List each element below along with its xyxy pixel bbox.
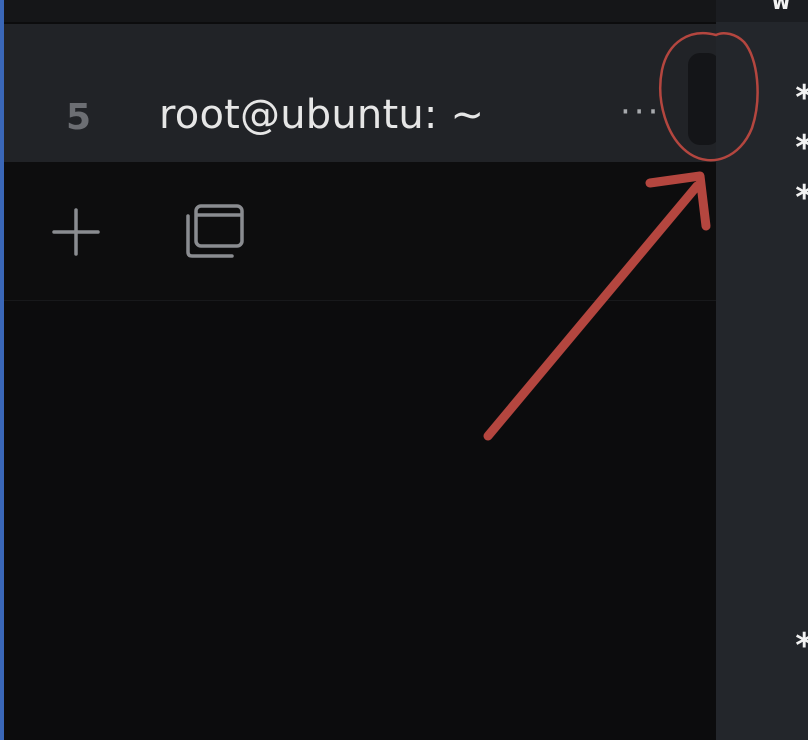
more-options-icon[interactable]: ··· — [620, 92, 661, 132]
previous-tab-edge[interactable] — [4, 0, 716, 22]
screen: 5 root@ubuntu: ~ ··· w * * * * — [0, 0, 808, 740]
terminal-bullet: * — [794, 78, 808, 118]
terminal-bullet: * — [794, 128, 808, 168]
terminal-partial-text: w — [772, 0, 790, 17]
windows-stack-icon[interactable] — [182, 200, 246, 264]
terminal-bullet: * — [794, 178, 808, 218]
window-edge — [0, 0, 4, 740]
tab-item-root-ubuntu[interactable]: 5 root@ubuntu: ~ ··· — [4, 24, 716, 162]
terminal-bullet: * — [794, 626, 808, 666]
tab-toolbar — [4, 162, 716, 301]
tab-title: root@ubuntu: ~ — [159, 92, 485, 138]
terminal-panel[interactable]: w * * * * — [716, 0, 808, 740]
tab-list-panel: 5 root@ubuntu: ~ ··· — [0, 0, 720, 740]
tab-index: 5 — [66, 97, 92, 138]
terminal-header — [716, 0, 808, 22]
plus-icon[interactable] — [44, 200, 108, 264]
